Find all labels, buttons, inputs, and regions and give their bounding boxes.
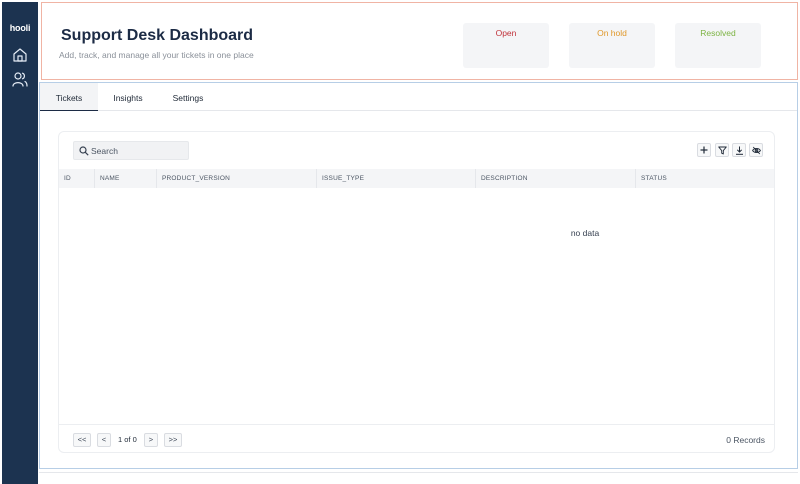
stat-label-resolved: Resolved [700, 28, 736, 38]
stat-card-open: Open [463, 23, 549, 68]
column-header-issue-type[interactable]: ISSUE_TYPE [317, 169, 476, 188]
bottom-strip [39, 472, 798, 484]
stat-card-on-hold: On hold [569, 23, 655, 68]
page-subtitle: Add, track, and manage all your tickets … [59, 50, 254, 60]
tab-settings[interactable]: Settings [164, 83, 212, 111]
plus-icon [700, 146, 708, 154]
tab-tickets[interactable]: Tickets [40, 83, 98, 111]
search-icon [79, 146, 89, 156]
filter-button[interactable] [715, 143, 729, 157]
home-icon[interactable] [11, 46, 29, 64]
users-icon[interactable] [11, 70, 29, 88]
column-header-name[interactable]: NAME [95, 169, 157, 188]
table-header: ID NAME PRODUCT_VERSION ISSUE_TYPE DESCR… [59, 169, 774, 188]
dashboard-header: Support Desk Dashboard Add, track, and m… [41, 2, 798, 80]
column-header-status[interactable]: STATUS [636, 169, 774, 188]
records-count: 0 Records [726, 435, 765, 445]
column-header-product-version[interactable]: PRODUCT_VERSION [157, 169, 317, 188]
table-footer: << < 1 of 0 > >> 0 Records [59, 424, 774, 453]
download-icon [735, 146, 743, 155]
tickets-table-card: ID NAME PRODUCT_VERSION ISSUE_TYPE DESCR… [58, 131, 775, 453]
app-logo: hooli [9, 23, 31, 33]
page-info: 1 of 0 [118, 435, 137, 444]
next-page-button[interactable]: > [144, 433, 158, 447]
search-box[interactable] [73, 141, 189, 160]
sidebar: hooli [2, 2, 38, 484]
last-page-button[interactable]: >> [164, 433, 182, 447]
first-page-button[interactable]: << [73, 433, 91, 447]
filter-icon [717, 146, 727, 154]
hide-columns-button[interactable] [749, 143, 763, 157]
main-panel: Tickets Insights Settings Search ID NAME… [39, 82, 798, 469]
page-title: Support Desk Dashboard [61, 27, 254, 44]
stat-card-resolved: Resolved [675, 23, 761, 68]
search-input[interactable] [91, 144, 186, 158]
download-button[interactable] [732, 143, 746, 157]
eye-off-icon [751, 146, 761, 154]
tab-bar: Tickets Insights Settings [40, 83, 797, 111]
empty-state-text: no data [570, 228, 600, 238]
add-button[interactable] [697, 143, 711, 157]
column-header-id[interactable]: ID [59, 169, 95, 188]
column-header-description[interactable]: DESCRIPTION [476, 169, 636, 188]
stat-label-on-hold: On hold [597, 28, 627, 38]
prev-page-button[interactable]: < [97, 433, 111, 447]
tab-insights[interactable]: Insights [104, 83, 152, 111]
stat-label-open: Open [495, 28, 517, 38]
